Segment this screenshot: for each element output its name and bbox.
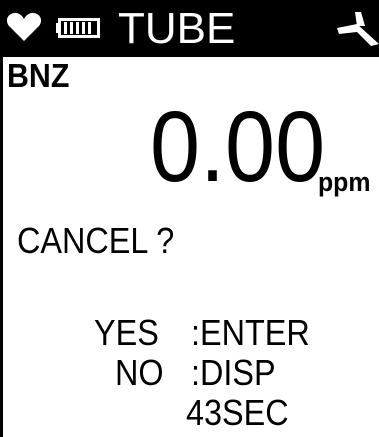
yes-option-label: YES bbox=[94, 312, 159, 353]
no-option-key: :DISP bbox=[191, 352, 276, 393]
signal-icon bbox=[337, 12, 379, 46]
heart-icon bbox=[6, 12, 42, 41]
gas-name: BNZ bbox=[7, 57, 70, 94]
concentration-reading: 0.00 bbox=[150, 91, 326, 203]
no-option-label: NO bbox=[115, 352, 164, 393]
screen-border bbox=[0, 0, 3, 437]
mode-label: TUBE bbox=[118, 4, 236, 53]
yes-option-key: :ENTER bbox=[191, 312, 310, 353]
countdown-timer: 43SEC bbox=[186, 392, 289, 433]
instrument-screen: TUBE BNZ 0.00 ppm CANCEL ? YES :ENTER NO… bbox=[0, 0, 379, 437]
battery-icon bbox=[56, 18, 100, 38]
concentration-unit: ppm bbox=[318, 167, 371, 197]
status-bar: TUBE bbox=[0, 0, 379, 57]
cancel-prompt: CANCEL ? bbox=[17, 220, 175, 261]
